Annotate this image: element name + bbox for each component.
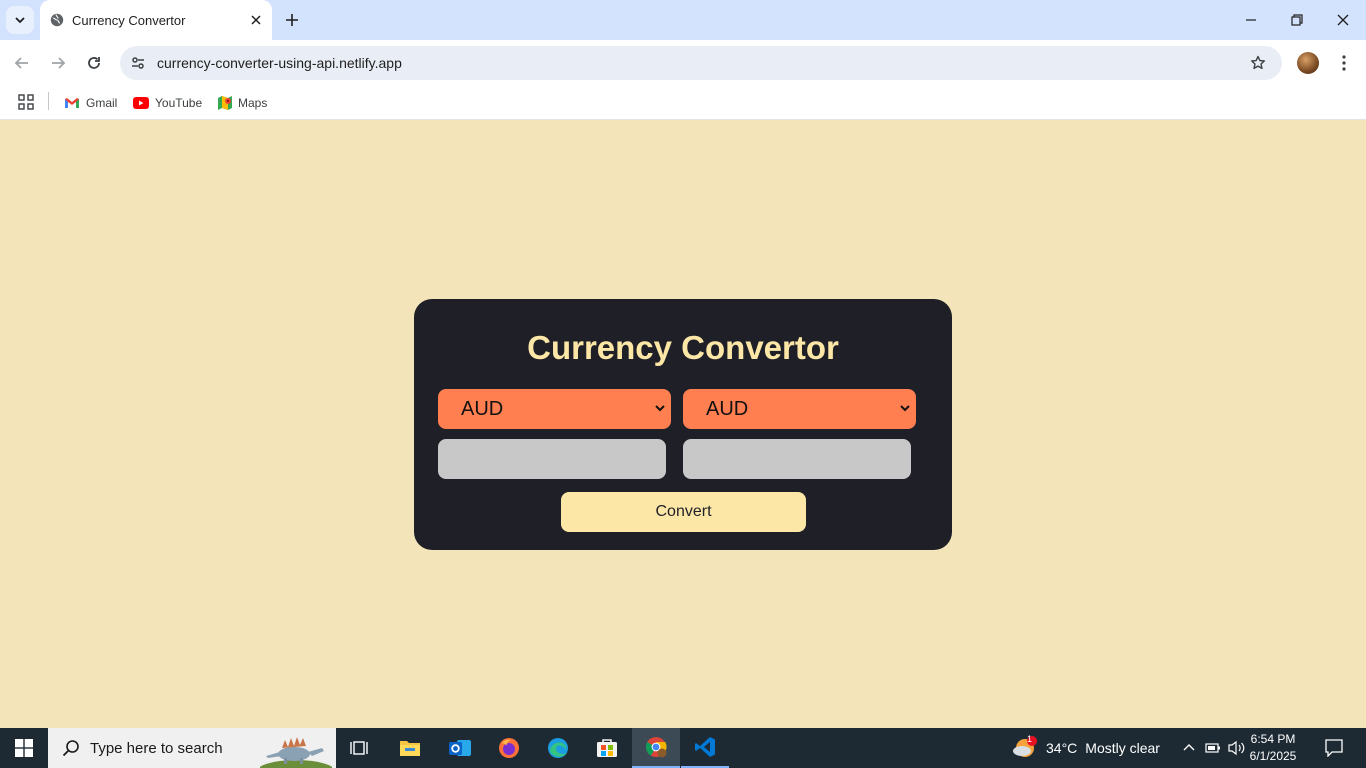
taskbar: Type here to search 1 34°C Mostly clear …	[0, 728, 1366, 768]
show-hidden-icons-button[interactable]	[1178, 728, 1200, 768]
tune-icon	[132, 57, 144, 69]
clock-date: 6/1/2025	[1249, 749, 1297, 763]
page-viewport: Currency Convertor AUD AUD Convert	[0, 121, 1366, 728]
outlook-button[interactable]	[436, 728, 484, 768]
notifications-button[interactable]	[1316, 728, 1352, 768]
chevron-up-icon	[1183, 744, 1195, 751]
battery-icon	[1205, 743, 1220, 753]
battery-button[interactable]	[1202, 728, 1224, 768]
gmail-icon	[65, 98, 79, 108]
search-icon	[62, 740, 79, 757]
edge-button[interactable]	[534, 728, 582, 768]
vscode-icon	[695, 737, 715, 757]
to-currency-select[interactable]: AUD	[683, 389, 916, 429]
start-button[interactable]	[0, 728, 48, 768]
reload-icon	[88, 57, 100, 69]
bookmark-label: Gmail	[86, 96, 118, 110]
tab-title: Currency Convertor	[72, 12, 186, 28]
active-tab[interactable]: Currency Convertor	[40, 0, 272, 40]
weather-temperature: 34°C	[1046, 740, 1078, 756]
plus-icon	[286, 14, 298, 26]
chrome-icon	[645, 737, 667, 758]
weather-cloudy-moon-icon	[1013, 736, 1037, 757]
tab-bar: Currency Convertor	[0, 0, 1366, 40]
chrome-button[interactable]	[632, 728, 680, 768]
page-title: Currency Convertor	[527, 329, 839, 366]
vscode-button[interactable]	[681, 728, 729, 768]
weather-badge: 1	[1027, 734, 1033, 744]
apps-button[interactable]	[16, 92, 36, 112]
clock-time: 6:54 PM	[1250, 732, 1296, 746]
bookmark-star-button[interactable]	[1244, 49, 1272, 77]
chevron-down-icon	[655, 405, 665, 412]
to-currency-value: AUD	[706, 397, 749, 420]
tab-search-button[interactable]	[6, 6, 34, 34]
firefox-button[interactable]	[485, 728, 533, 768]
speaker-icon	[1228, 740, 1245, 756]
restore-button[interactable]	[1274, 0, 1320, 40]
arrow-left-icon	[14, 57, 28, 69]
to-amount-input[interactable]	[683, 439, 911, 479]
minimize-button[interactable]	[1228, 0, 1274, 40]
stegosaurus-illustration-icon	[260, 737, 332, 768]
store-icon	[597, 739, 617, 757]
converter-card: Currency Convertor AUD AUD Convert	[414, 299, 952, 550]
edge-icon	[548, 738, 568, 758]
bookmark-youtube[interactable]: YouTube	[133, 91, 202, 115]
taskbar-search-box[interactable]: Type here to search	[48, 728, 336, 768]
search-placeholder: Type here to search	[90, 739, 223, 757]
back-button[interactable]	[8, 49, 36, 77]
from-amount-input[interactable]	[438, 439, 666, 479]
windows-logo-icon	[15, 739, 33, 757]
folder-icon	[400, 741, 420, 756]
from-currency-select[interactable]: AUD	[438, 389, 671, 429]
youtube-icon	[133, 97, 149, 109]
task-view-button[interactable]	[336, 728, 384, 768]
convert-button[interactable]: Convert	[561, 492, 806, 532]
outlook-icon	[449, 740, 471, 756]
bookmarks-divider	[48, 92, 49, 110]
weather-widget[interactable]: 1 34°C Mostly clear	[1012, 728, 1160, 768]
star-icon	[1251, 55, 1265, 70]
close-icon	[251, 15, 261, 25]
taskbar-clock[interactable]: 6:54 PM 6/1/2025	[1248, 731, 1298, 765]
chevron-down-icon	[15, 17, 25, 24]
weather-description: Mostly clear	[1085, 740, 1160, 756]
restore-icon	[1291, 14, 1303, 26]
apps-grid-icon	[18, 94, 34, 110]
firefox-icon	[499, 738, 519, 758]
maps-icon	[218, 96, 232, 110]
url-text: currency-converter-using-api.netlify.app	[157, 55, 402, 71]
bookmark-gmail[interactable]: Gmail	[64, 91, 117, 115]
close-icon	[1337, 14, 1349, 26]
browser-menu-button[interactable]	[1332, 49, 1356, 77]
notification-icon	[1325, 739, 1343, 757]
close-window-button[interactable]	[1320, 0, 1366, 40]
microsoft-store-button[interactable]	[583, 728, 631, 768]
site-info-button[interactable]	[126, 51, 150, 75]
more-vertical-icon	[1342, 55, 1346, 71]
from-currency-value: AUD	[461, 397, 504, 420]
bookmarks-bar: Gmail YouTube Maps	[0, 86, 1366, 120]
reload-button[interactable]	[80, 49, 108, 77]
browser-toolbar: currency-converter-using-api.netlify.app	[0, 40, 1366, 86]
tab-close-button[interactable]	[244, 8, 268, 32]
bookmark-label: YouTube	[155, 96, 203, 110]
file-explorer-button[interactable]	[386, 728, 434, 768]
new-tab-button[interactable]	[280, 8, 304, 32]
bookmark-maps[interactable]: Maps	[218, 91, 267, 115]
bookmark-label: Maps	[238, 96, 268, 110]
globe-icon	[50, 13, 64, 27]
arrow-right-icon	[52, 57, 66, 69]
profile-avatar[interactable]	[1297, 52, 1319, 74]
task-view-icon	[350, 741, 368, 755]
forward-button[interactable]	[44, 49, 72, 77]
address-bar[interactable]: currency-converter-using-api.netlify.app	[120, 46, 1282, 80]
volume-button[interactable]	[1226, 728, 1248, 768]
minimize-icon	[1246, 19, 1256, 21]
chevron-down-icon	[900, 405, 910, 412]
